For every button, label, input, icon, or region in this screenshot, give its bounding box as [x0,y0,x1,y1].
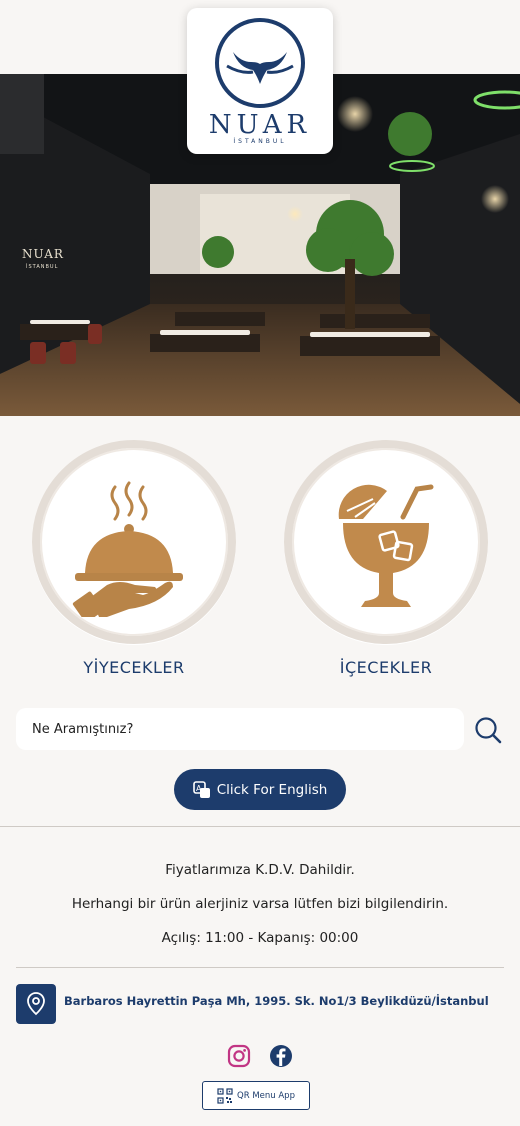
logo: NUAR İSTANBUL [187,8,333,154]
category-food[interactable]: YİYECEKLER [32,440,236,677]
cocktail-glass-icon [338,484,434,607]
category-food-label[interactable]: YİYECEKLER [32,658,236,677]
category-food-ring[interactable] [32,440,236,644]
english-button[interactable]: A Click For English [174,769,346,810]
facebook-icon [270,1045,292,1067]
category-grid: YİYECEKLER İÇECEKLER [0,440,520,680]
hero-sign: NUAR [22,247,64,261]
opening-hours: Açılış: 11:00 - Kapanış: 00:00 [161,930,359,946]
serving-cloche-icon [72,481,183,617]
location-button[interactable] [16,984,56,1024]
vat-note: Fiyatlarımıza K.D.V. Dahildir. [165,862,355,878]
divider [0,826,520,827]
english-button-label[interactable]: Click For English [217,782,328,798]
category-drinks-label[interactable]: İÇECEKLER [284,658,488,677]
divider [16,967,504,968]
hero-sign-sub: İSTANBUL [26,263,58,270]
brand-name: NUAR [208,110,312,140]
category-drinks[interactable]: İÇECEKLER [284,440,488,677]
location-pin-icon [27,992,45,1016]
search-input[interactable] [16,708,464,750]
svg-text:A: A [196,784,202,793]
translate-icon: A [192,780,210,798]
facebook-link[interactable] [269,1044,293,1068]
instagram-icon [227,1044,251,1068]
search-icon [475,717,502,744]
category-drinks-ring[interactable] [284,440,488,644]
search-button[interactable] [470,712,506,748]
qr-menu-app-label[interactable]: QR Menu App [237,1091,295,1101]
brand-subtitle: İSTANBUL [233,138,287,145]
qr-menu-app-button[interactable]: QR Menu App [202,1081,310,1110]
bull-logo-icon [215,18,305,108]
qr-code-icon [217,1087,233,1104]
allergy-note: Herhangi bir ürün alerjiniz varsa lütfen… [71,896,449,912]
instagram-link[interactable] [227,1044,251,1068]
address-text[interactable]: Barbaros Hayrettin Paşa Mh, 1995. Sk. No… [64,994,489,1008]
